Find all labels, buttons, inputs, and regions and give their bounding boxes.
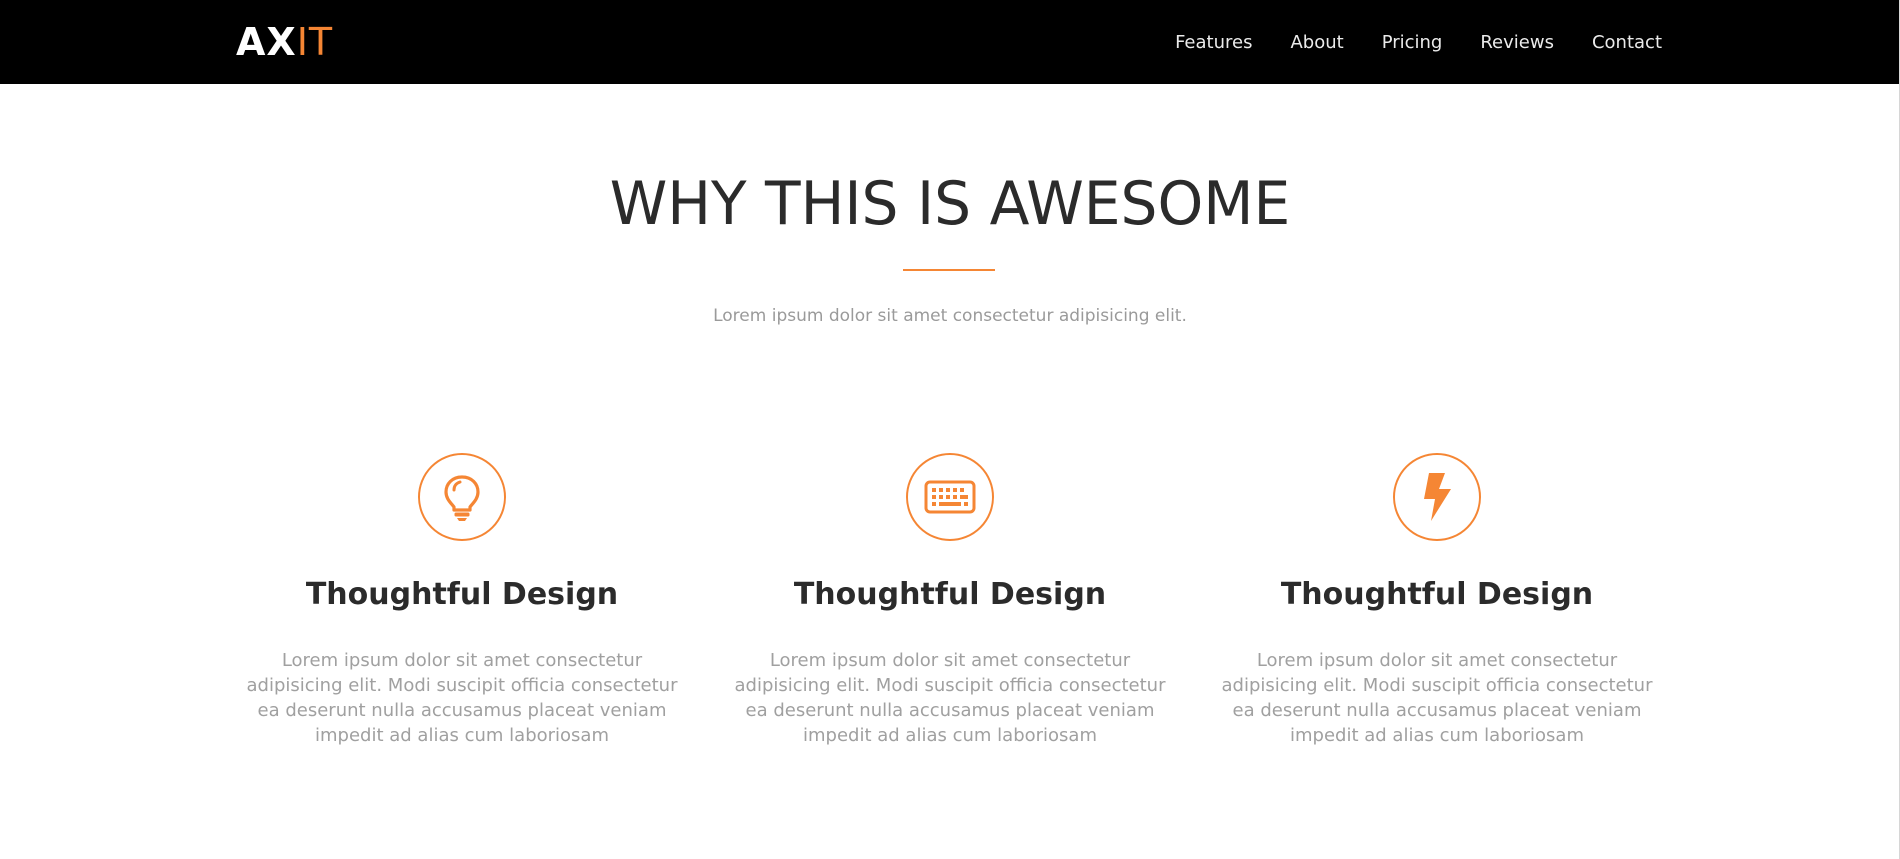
lightning-bolt-icon xyxy=(1393,453,1481,541)
section-title: WHY THIS IS AWESOME xyxy=(609,169,1291,239)
nav-item-about: About xyxy=(1290,32,1343,53)
feature-card-2: Thoughtful Design Lorem ipsum dolor sit … xyxy=(730,453,1170,748)
feature-text-3: Lorem ipsum dolor sit amet consectetur a… xyxy=(1221,650,1653,746)
nav-item-contact: Contact xyxy=(1592,32,1662,53)
brand-logo-part-2: IT xyxy=(296,20,334,64)
section-subtitle: Lorem ipsum dolor sit amet consectetur a… xyxy=(713,306,1187,326)
feature-text-1: Lorem ipsum dolor sit amet consectetur a… xyxy=(246,650,678,746)
nav-menu: Features About Pricing Reviews Contact xyxy=(1175,0,1662,84)
keyboard-icon xyxy=(906,453,994,541)
nav-link-pricing[interactable]: Pricing xyxy=(1382,32,1443,53)
feature-card-3: Thoughtful Design Lorem ipsum dolor sit … xyxy=(1217,453,1657,748)
nav-link-about[interactable]: About xyxy=(1290,32,1343,53)
feature-title-1: Thoughtful Design xyxy=(305,577,619,612)
feature-card-1: Thoughtful Design Lorem ipsum dolor sit … xyxy=(242,453,682,748)
feature-title-2: Thoughtful Design xyxy=(793,577,1107,612)
title-divider xyxy=(903,269,995,271)
feature-title-3: Thoughtful Design xyxy=(1280,577,1594,612)
nav-link-contact[interactable]: Contact xyxy=(1592,32,1662,53)
nav-item-pricing: Pricing xyxy=(1382,32,1443,53)
brand-logo-part-1: AX xyxy=(236,20,297,64)
feature-text-2: Lorem ipsum dolor sit amet consectetur a… xyxy=(734,650,1166,746)
nav-item-reviews: Reviews xyxy=(1480,32,1554,53)
lightbulb-icon xyxy=(418,453,506,541)
top-navbar: AXIT Features About Pricing Reviews Cont… xyxy=(0,0,1900,84)
nav-link-reviews[interactable]: Reviews xyxy=(1480,32,1554,53)
nav-link-features[interactable]: Features xyxy=(1175,32,1252,53)
nav-item-features: Features xyxy=(1175,32,1252,53)
brand-logo[interactable]: AXIT xyxy=(236,20,333,64)
